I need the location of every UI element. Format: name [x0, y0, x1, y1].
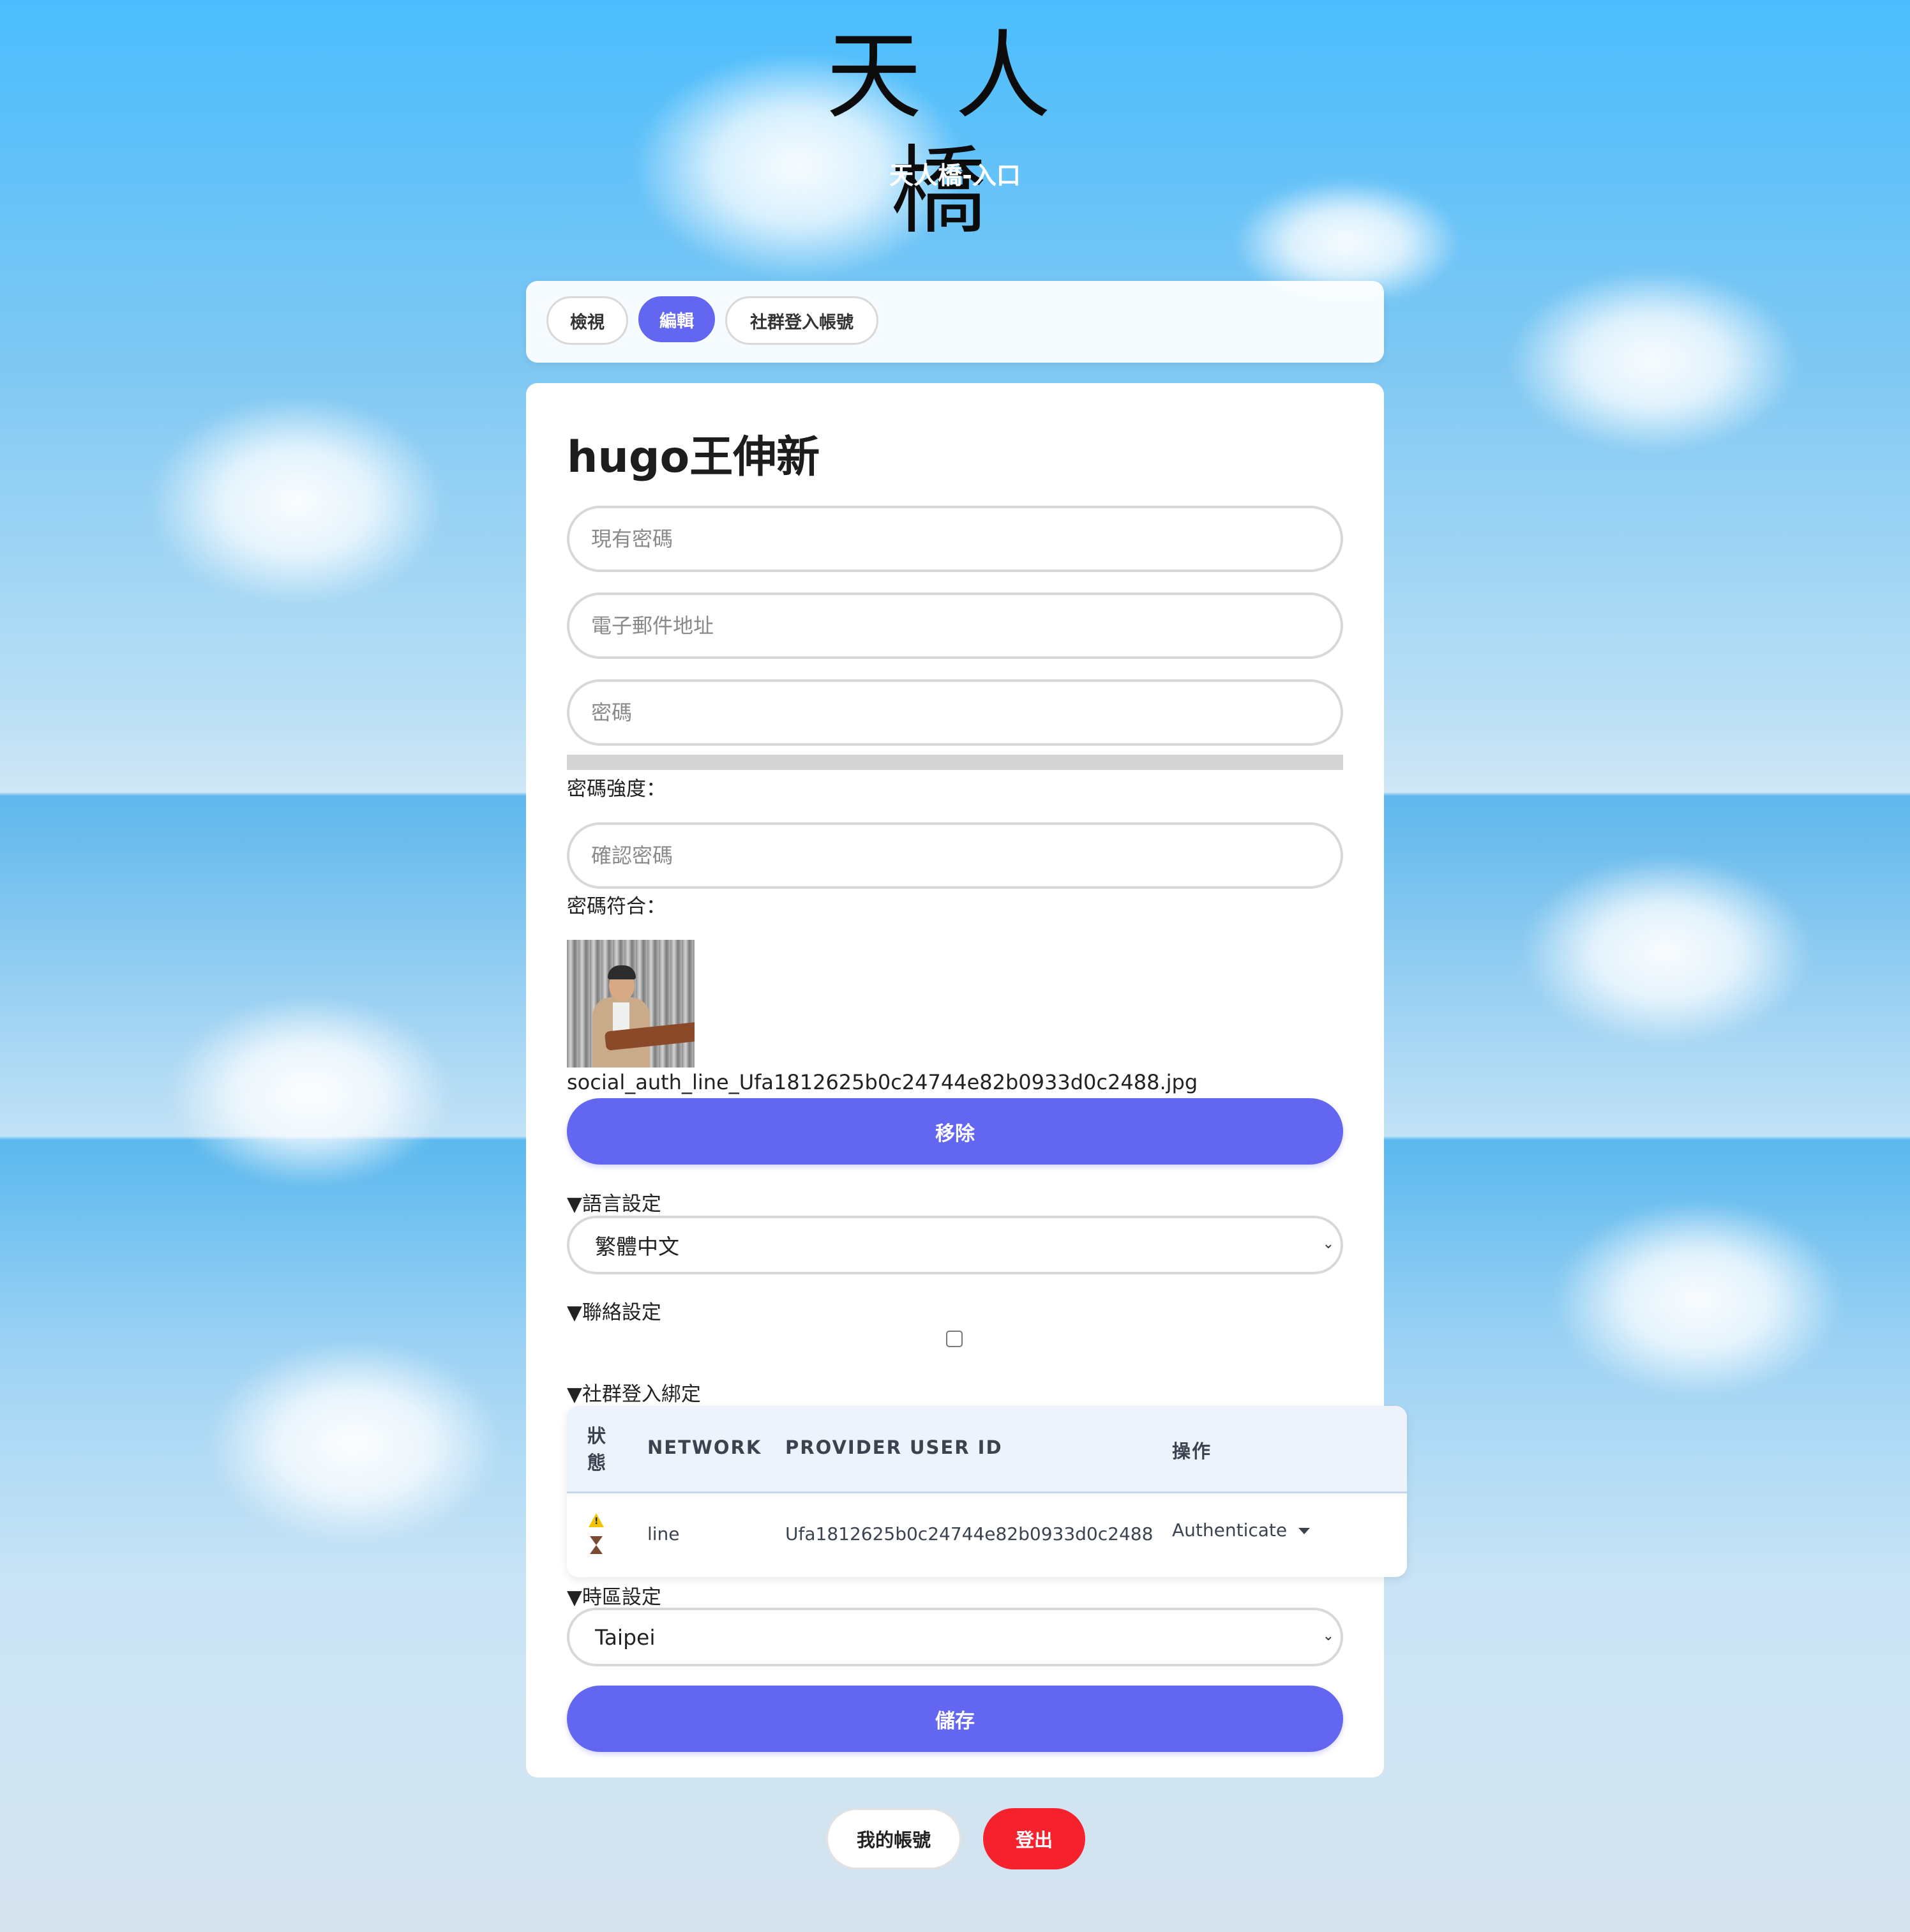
tab-social-accounts[interactable]: 社群登入帳號 — [725, 296, 878, 345]
contact-checkbox[interactable] — [946, 1331, 963, 1347]
tab-bar: 檢視 編輯 社群登入帳號 — [526, 281, 1384, 363]
my-account-button[interactable]: 我的帳號 — [826, 1808, 961, 1869]
password-strength-label: 密碼強度： — [567, 778, 666, 801]
table-header: 狀態 NETWORK PROVIDER USER ID 操作 — [567, 1406, 1407, 1493]
cloud-decoration — [147, 396, 447, 607]
timezone-select[interactable]: Taipei ⌄ — [567, 1608, 1343, 1666]
cloud-decoration — [204, 1341, 504, 1545]
tab-view[interactable]: 檢視 — [546, 296, 628, 345]
network-cell: line — [647, 1523, 680, 1544]
social-login-table: 狀態 NETWORK PROVIDER USER ID 操作 ! line Uf… — [567, 1406, 1407, 1577]
remove-photo-button[interactable]: 移除 — [567, 1098, 1343, 1165]
profile-edit-card: hugo王伸新 密碼強度： 密碼符合： social_auth_line_Ufa… — [526, 383, 1407, 1777]
chevron-down-icon: ⌄ — [1322, 1628, 1334, 1644]
column-actions: 操作 — [1172, 1440, 1212, 1462]
cloud-decoration — [1507, 268, 1800, 453]
authenticate-label: Authenticate — [1172, 1520, 1288, 1541]
column-status: 狀態 — [587, 1425, 608, 1474]
email-field[interactable] — [567, 592, 1343, 659]
cloud-decoration — [1551, 1200, 1845, 1398]
logout-button[interactable]: 登出 — [983, 1808, 1085, 1869]
chevron-down-icon: ⌄ — [1322, 1236, 1334, 1252]
contact-section-toggle[interactable]: ▼聯絡設定 — [567, 1296, 661, 1325]
column-network: NETWORK — [647, 1437, 762, 1458]
password-strength-bar — [567, 755, 1343, 770]
tab-edit[interactable]: 編輯 — [638, 296, 715, 342]
language-section-toggle[interactable]: ▼語言設定 — [567, 1188, 661, 1216]
cloud-decoration — [166, 996, 453, 1188]
caret-down-icon — [1298, 1528, 1311, 1534]
timezone-section-toggle[interactable]: ▼時區設定 — [567, 1581, 661, 1610]
social-section-toggle[interactable]: ▼社群登入綁定 — [567, 1378, 701, 1407]
confirm-password-field[interactable] — [567, 822, 1343, 889]
column-provider-user-id: PROVIDER USER ID — [785, 1437, 1003, 1458]
provider-user-id-cell: Ufa1812625b0c24744e82b0933d0c2488 — [785, 1523, 1154, 1544]
current-password-field[interactable] — [567, 506, 1343, 572]
language-selected-value: 繁體中文 — [595, 1234, 679, 1259]
password-match-label: 密碼符合： — [567, 895, 666, 918]
avatar — [567, 940, 695, 1068]
save-button[interactable]: 儲存 — [567, 1686, 1343, 1752]
authenticate-dropdown[interactable]: Authenticate — [1172, 1520, 1311, 1541]
page-title: hugo王伸新 — [567, 432, 820, 483]
avatar-filename: social_auth_line_Ufa1812625b0c24744e82b0… — [567, 1070, 1198, 1094]
timezone-selected-value: Taipei — [595, 1624, 656, 1650]
site-logo: 天人橋 — [825, 21, 1084, 247]
language-select[interactable]: 繁體中文 ⌄ — [567, 1216, 1343, 1274]
site-subtitle: 天人橋-入口 — [889, 162, 1021, 190]
password-field[interactable] — [567, 679, 1343, 746]
warning-icon: ! — [589, 1513, 604, 1527]
cloud-decoration — [1519, 856, 1813, 1047]
hourglass-icon — [590, 1536, 603, 1554]
